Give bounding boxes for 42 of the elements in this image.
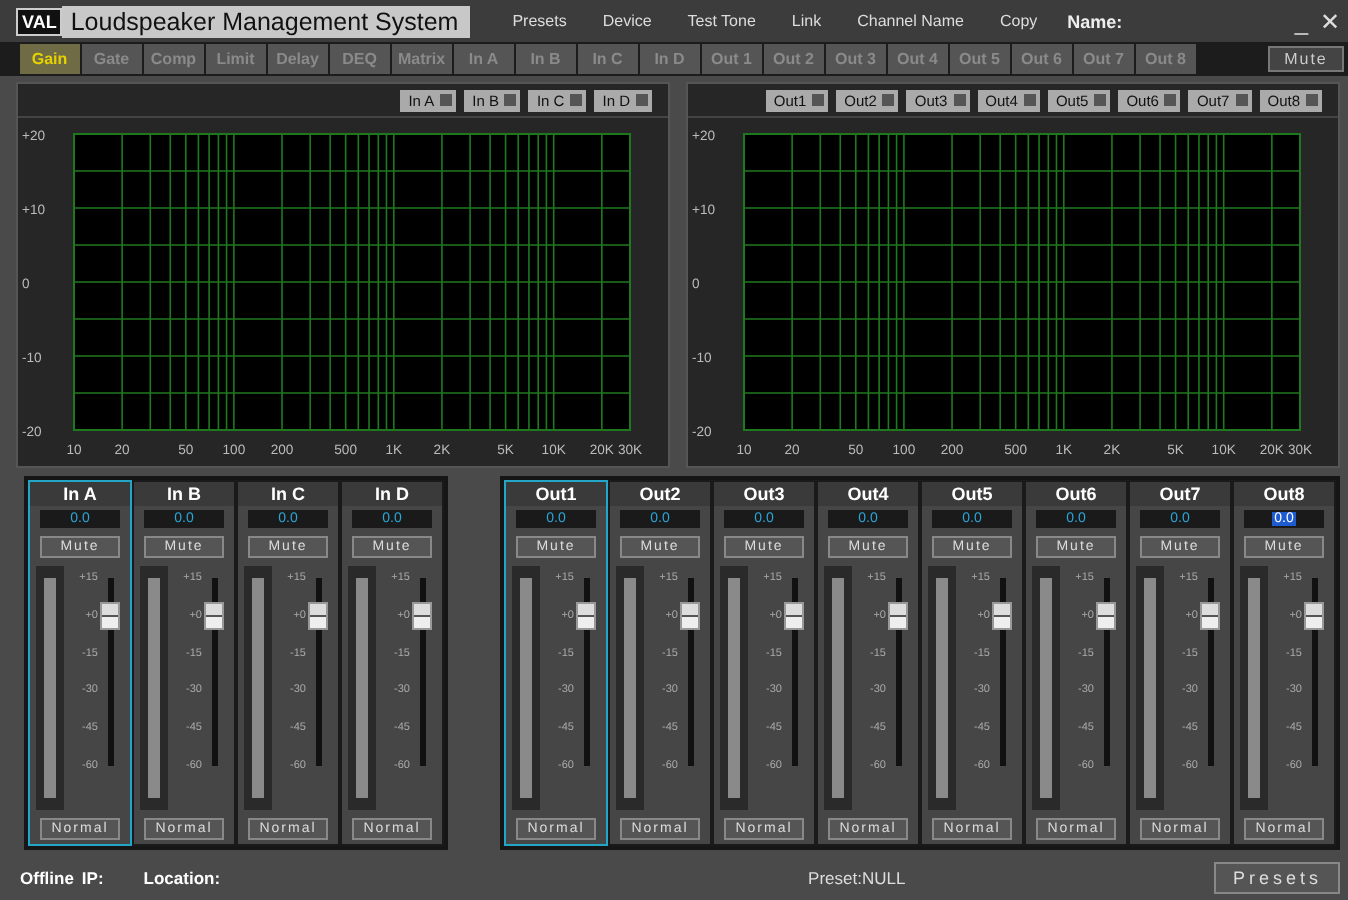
channel-name: In B	[134, 482, 234, 506]
channel-name: Out2	[610, 482, 710, 506]
location-label: Location:	[143, 867, 221, 887]
fader-handle[interactable]	[204, 601, 224, 630]
fader-handle[interactable]	[784, 601, 804, 630]
fader-handle[interactable]	[1200, 601, 1220, 630]
fader-handle[interactable]	[308, 601, 328, 630]
menu-item[interactable]: Channel Name	[857, 12, 964, 30]
ip-label: IP:	[81, 867, 104, 887]
channel-name: Out3	[714, 482, 814, 506]
channel-name: Out6	[1026, 482, 1126, 506]
preset-label: Preset:NULL	[808, 867, 908, 887]
fader-handle[interactable]	[576, 601, 596, 630]
channel-name: In D	[342, 482, 442, 506]
channel-name: Out7	[1130, 482, 1230, 506]
menu-item[interactable]: Device	[602, 12, 652, 30]
menu-item[interactable]: Presets	[512, 12, 567, 30]
mute-all-button[interactable]: Mute	[1268, 46, 1344, 72]
channel-name: Out1	[506, 482, 606, 506]
fader-handle[interactable]	[1304, 601, 1324, 630]
channel-name: In C	[238, 482, 338, 506]
channel-name: Out8	[1234, 482, 1334, 506]
fader-handle[interactable]	[680, 601, 700, 630]
menu-item[interactable]: Link	[791, 12, 822, 30]
name-label: Name:	[1067, 11, 1123, 31]
logo: VAL	[16, 7, 63, 35]
channel-name: In A	[30, 482, 130, 506]
channel-name: Out4	[818, 482, 918, 506]
fader-handle[interactable]	[992, 601, 1012, 630]
fader-handle[interactable]	[412, 601, 432, 630]
connection-status: Offline	[20, 867, 74, 887]
minimize-button[interactable]: _	[1294, 7, 1308, 35]
fader-handle[interactable]	[100, 601, 120, 630]
fader-handle[interactable]	[888, 601, 908, 630]
channel-name: Out5	[922, 482, 1022, 506]
fader-handle[interactable]	[1096, 601, 1116, 630]
menu-item[interactable]: Test Tone	[687, 12, 756, 30]
tab[interactable]: Gain	[20, 44, 79, 74]
window-title: Loudspeaker Management System	[62, 5, 471, 37]
presets-button[interactable]: Presets	[1214, 861, 1340, 893]
close-button[interactable]: ✕	[1320, 7, 1340, 35]
menu-item[interactable]: Copy	[999, 12, 1038, 30]
